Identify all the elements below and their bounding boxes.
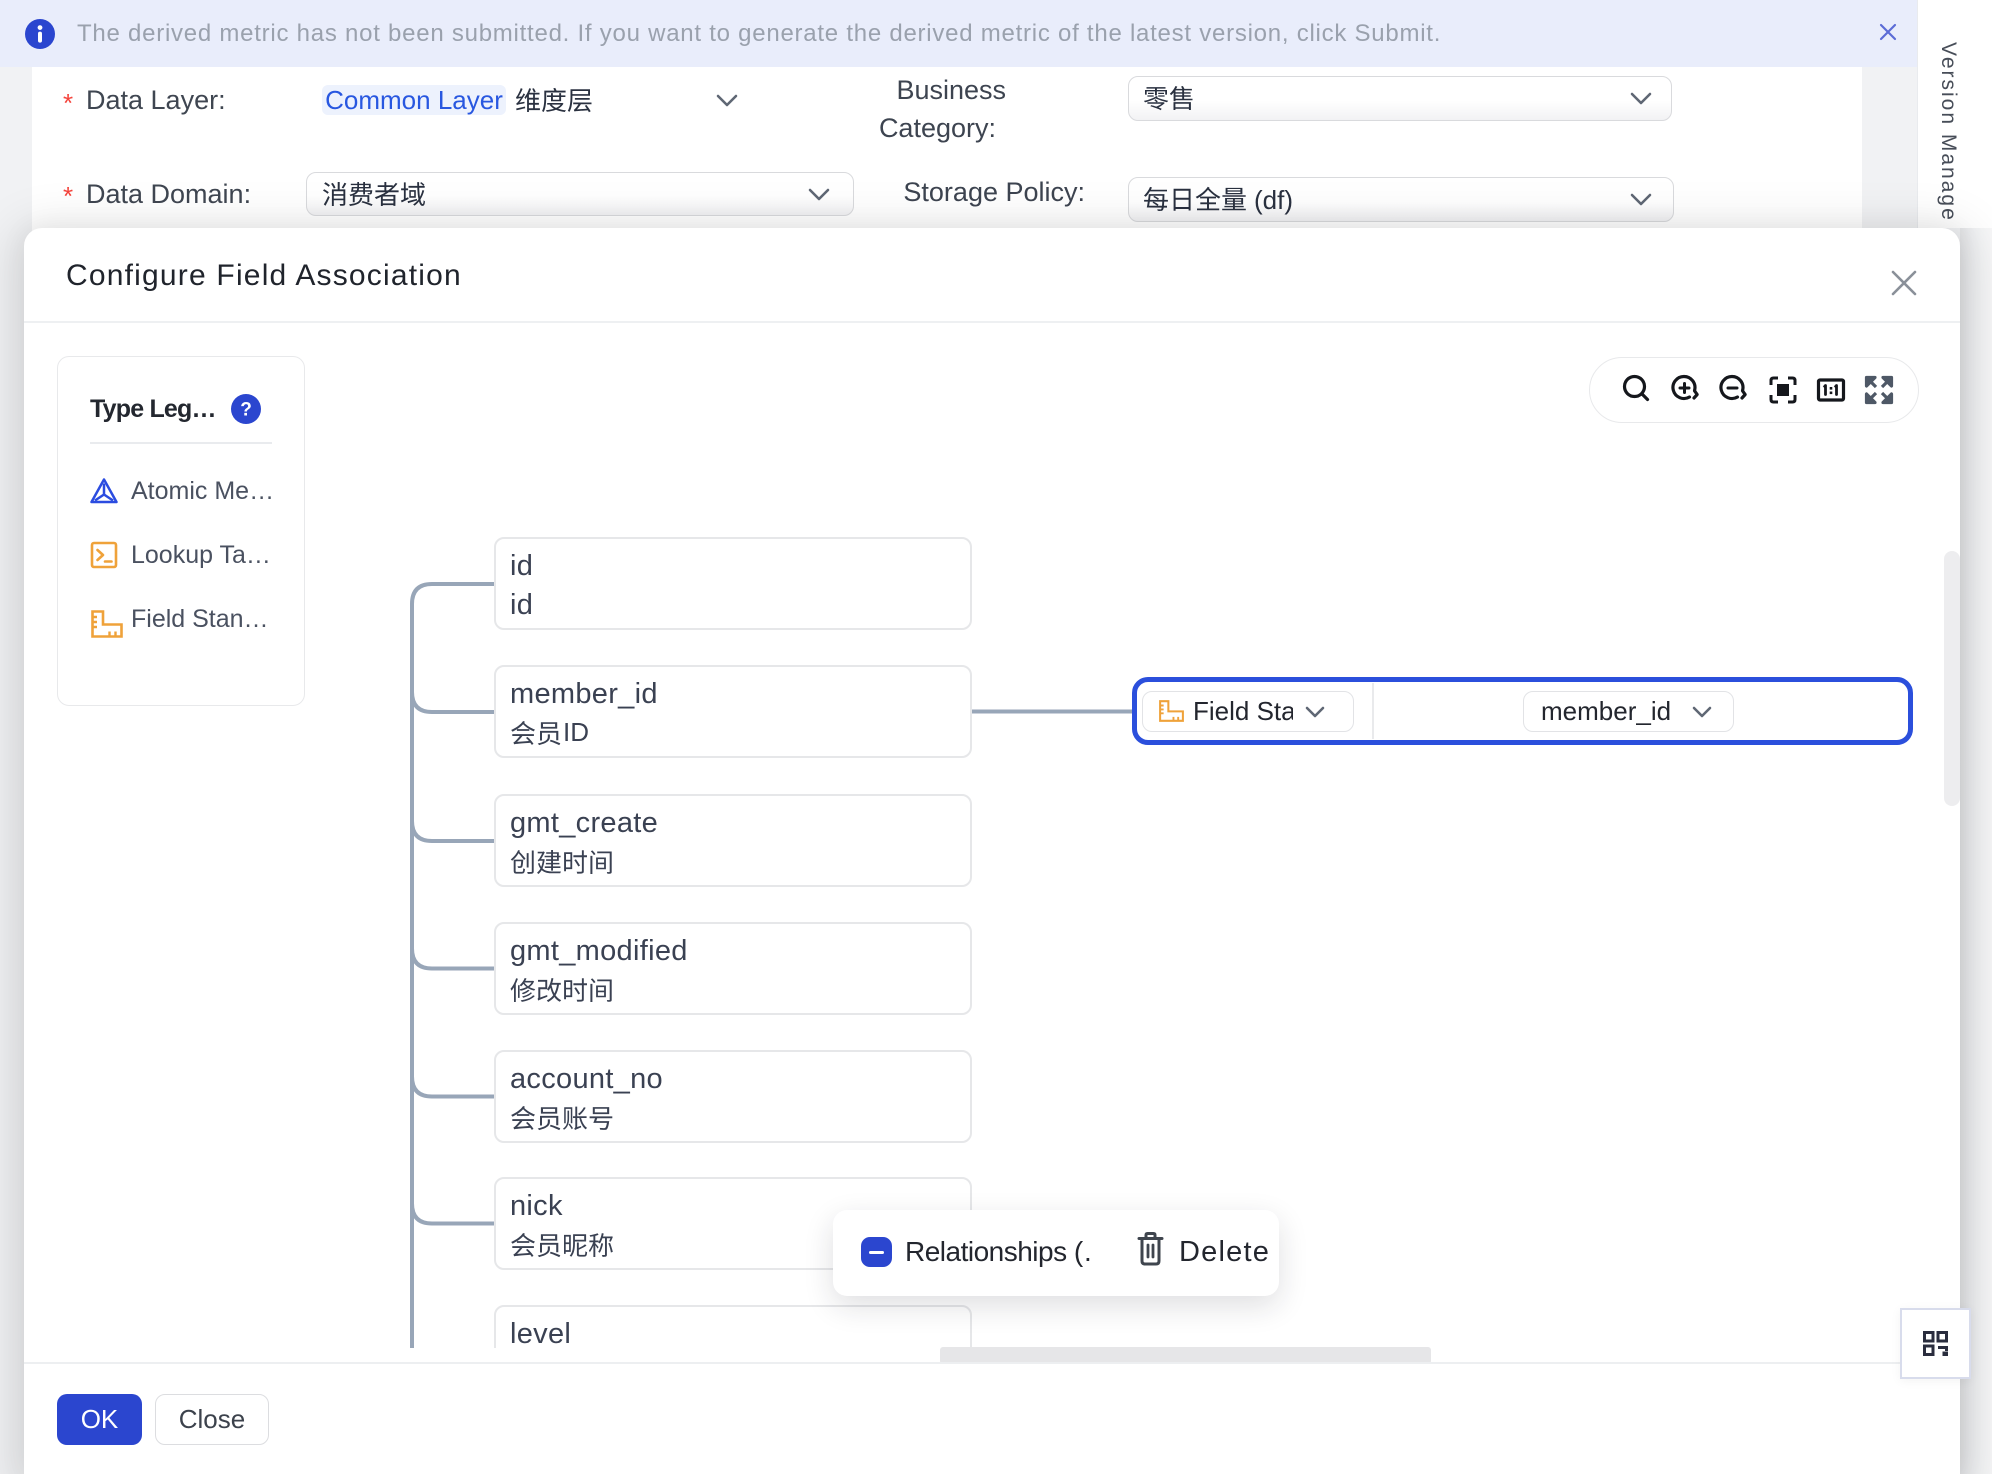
svg-text:?: ? [240, 400, 252, 421]
